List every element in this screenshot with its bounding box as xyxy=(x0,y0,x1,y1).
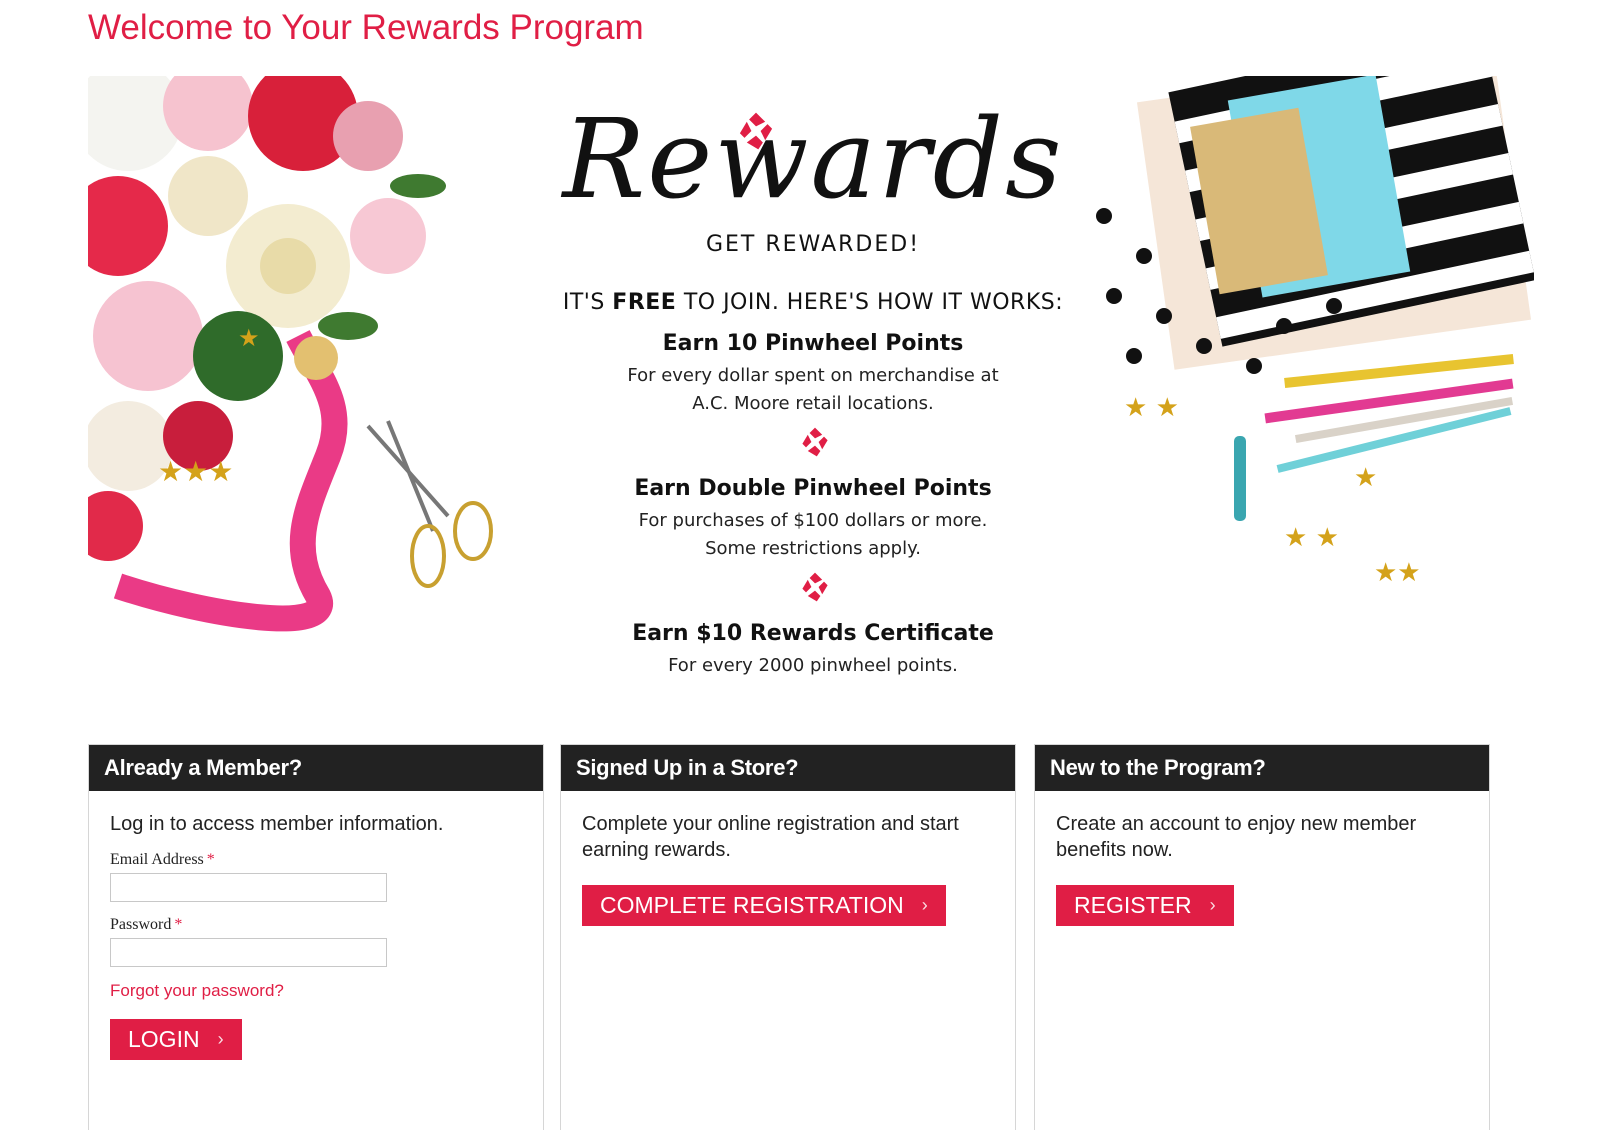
required-marker: * xyxy=(206,851,215,868)
rewards-banner: ★★★ ★ ★ ★ ★ ★ ★ ★★ Rewards GET REWARDED!… xyxy=(88,76,1534,721)
rewards-script-title: Rewards xyxy=(562,95,1064,223)
step-title: Earn $10 Rewards Certificate xyxy=(632,621,994,646)
card-description: Create an account to enjoy new member be… xyxy=(1056,813,1417,861)
chevron-right-icon: › xyxy=(921,895,928,915)
chevron-right-icon: › xyxy=(1209,895,1216,915)
member-login-card: Already a Member? Log in to access membe… xyxy=(88,744,544,1130)
register-button[interactable]: REGISTER › xyxy=(1056,885,1234,926)
step-earn-points: Earn 10 Pinwheel Points For every dollar… xyxy=(508,331,1118,418)
flowers-decoration: ★★★ ★ xyxy=(88,76,493,632)
svg-text:★: ★ xyxy=(1354,463,1377,493)
step-title: Earn Double Pinwheel Points xyxy=(634,476,992,501)
password-field[interactable] xyxy=(110,938,387,967)
pinwheel-icon xyxy=(739,112,773,150)
card-description: Log in to access member information. xyxy=(110,813,444,835)
email-label: Email Address * xyxy=(110,851,215,868)
tagline: GET REWARDED! xyxy=(705,232,921,257)
step-description-line: For purchases of $100 dollars or more. xyxy=(638,510,988,531)
rewards-info: Rewards GET REWARDED! IT'S FREE TO JOIN.… xyxy=(508,76,1118,721)
step-description-line: Some restrictions apply. xyxy=(705,538,921,559)
svg-text:★: ★ xyxy=(238,324,260,352)
notebooks-decoration: ★ ★ ★ ★ ★ ★★ xyxy=(1096,76,1534,588)
free-word: FREE xyxy=(612,290,677,315)
how-it-works-heading: IT'S FREE TO JOIN. HERE'S HOW IT WORKS: xyxy=(562,290,1064,315)
chevron-right-icon: › xyxy=(217,1029,224,1049)
card-heading: Signed Up in a Store? xyxy=(561,745,1015,791)
card-description: Complete your online registration and st… xyxy=(582,813,959,861)
pinwheel-icon xyxy=(802,427,828,457)
email-field[interactable] xyxy=(110,873,387,902)
required-marker: * xyxy=(174,916,183,933)
card-heading: Already a Member? xyxy=(89,745,543,791)
step-double-points: Earn Double Pinwheel Points For purchase… xyxy=(508,476,1118,563)
step-description-line: For every 2000 pinwheel points. xyxy=(668,655,958,676)
step-description-line: For every dollar spent on merchandise at xyxy=(627,365,999,386)
step-description-line: A.C. Moore retail locations. xyxy=(692,393,934,414)
page-title: Welcome to Your Rewards Program xyxy=(88,8,644,47)
svg-text:★★: ★★ xyxy=(1374,558,1421,588)
login-button[interactable]: LOGIN › xyxy=(110,1019,242,1060)
password-label: Password * xyxy=(110,916,183,933)
svg-text:★ ★: ★ ★ xyxy=(1284,523,1339,553)
new-member-card: New to the Program? Create an account to… xyxy=(1034,744,1490,1130)
svg-text:★ ★: ★ ★ xyxy=(1124,393,1179,423)
complete-registration-button[interactable]: COMPLETE REGISTRATION › xyxy=(582,885,946,926)
card-heading: New to the Program? xyxy=(1035,745,1489,791)
store-signup-card: Signed Up in a Store? Complete your onli… xyxy=(560,744,1016,1130)
forgot-password-link[interactable]: Forgot your password? xyxy=(110,981,284,1001)
step-title: Earn 10 Pinwheel Points xyxy=(662,331,964,356)
pinwheel-icon xyxy=(802,572,828,602)
svg-text:★★★: ★★★ xyxy=(158,455,233,488)
step-certificate: Earn $10 Rewards Certificate For every 2… xyxy=(508,621,1118,680)
